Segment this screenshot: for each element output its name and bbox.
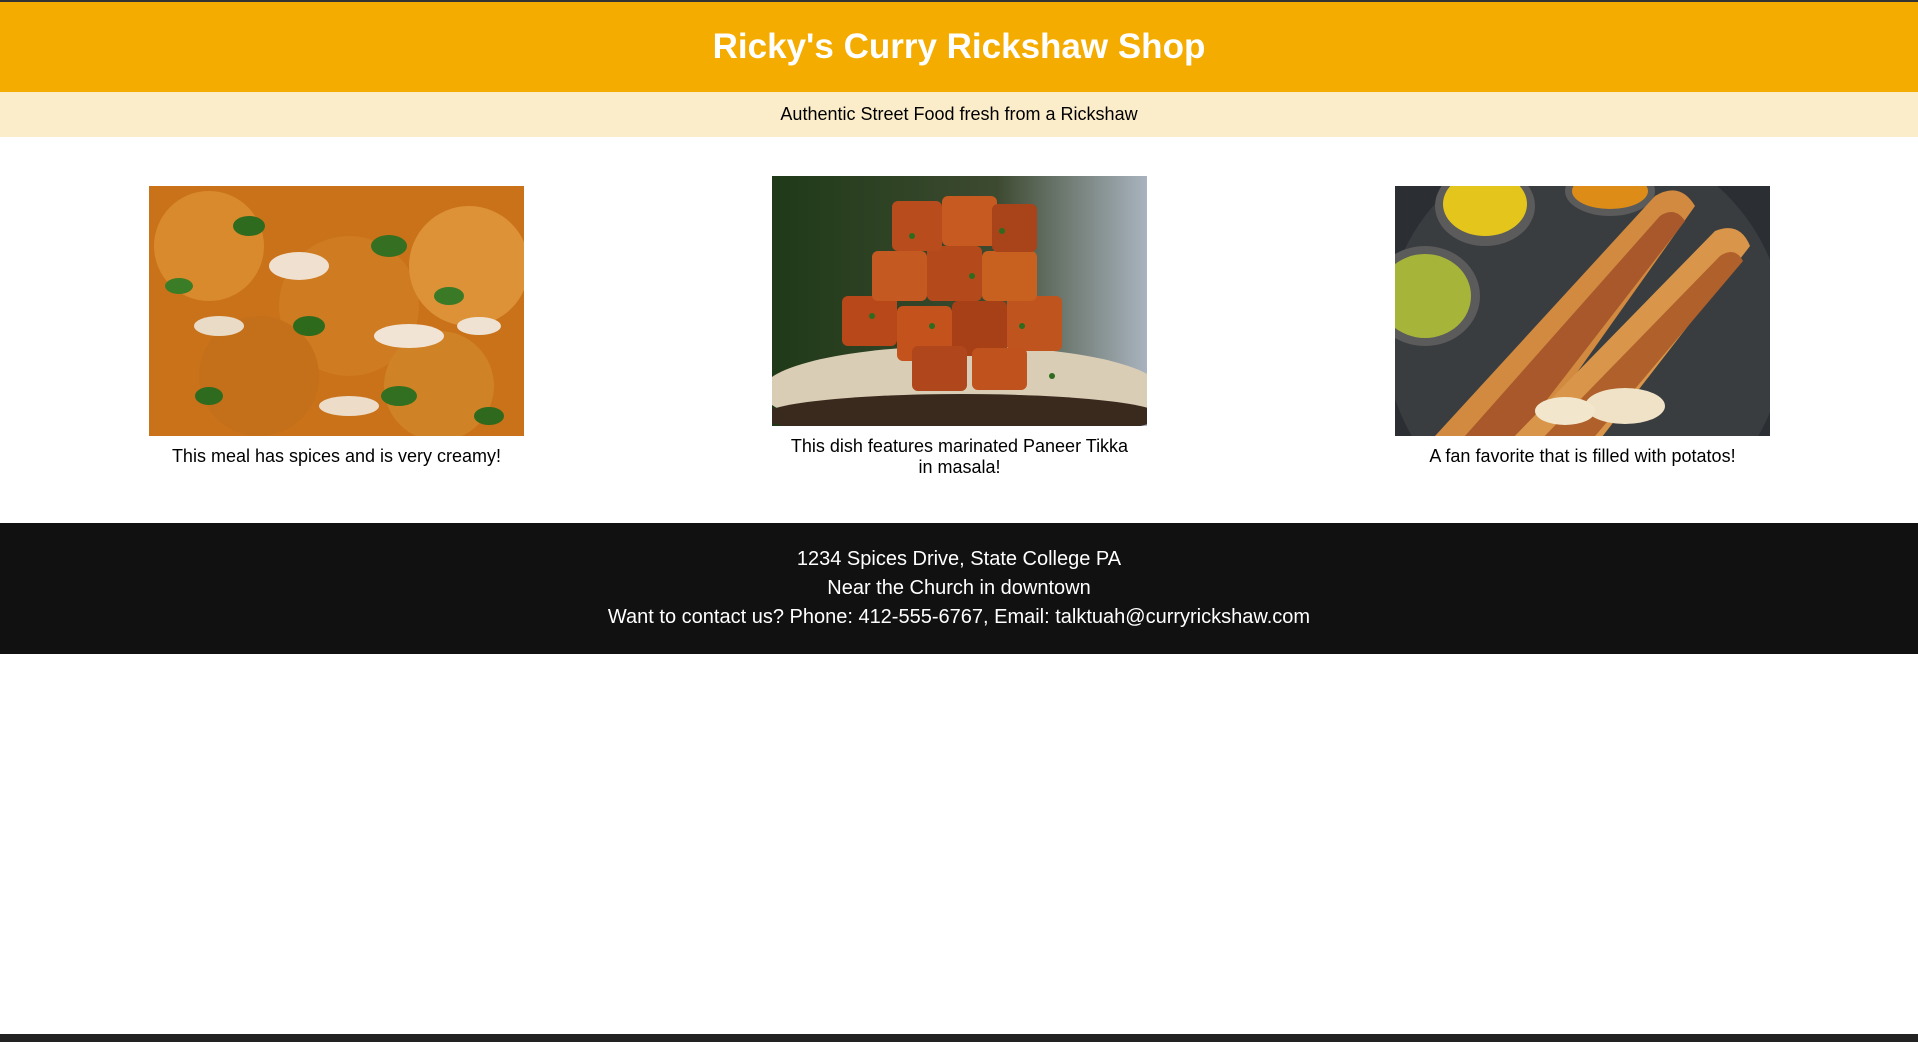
masala-dosa-image [1395,186,1770,436]
page: Ricky's Curry Rickshaw Shop Authentic St… [0,0,1918,1042]
footer-contact: Want to contact us? Phone: 412-555-6767,… [607,606,1311,628]
dish-caption: This dish features marinated Paneer Tikk… [790,436,1129,477]
site-header: Ricky's Curry Rickshaw Shop [0,2,1918,92]
dish-card-dosa: A fan favorite that is filled with potat… [1395,186,1770,467]
dish-caption: A fan favorite that is filled with potat… [1429,446,1736,466]
dish-card-curry: This meal has spices and is very creamy! [149,186,524,467]
curry-image [149,186,524,436]
tagline-bar: Authentic Street Food fresh from a Ricks… [0,92,1918,137]
dish-caption: This meal has spices and is very creamy! [171,446,502,466]
dish-card-paneer: This dish features marinated Paneer Tikk… [772,176,1147,478]
site-footer: 1234 Spices Drive, State College PA Near… [0,523,1918,654]
dish-gallery: This meal has spices and is very creamy! [0,137,1918,522]
footer-address: 1234 Spices Drive, State College PA [796,548,1122,570]
bottom-border [0,1034,1918,1042]
footer-landmark: Near the Church in downtown [827,577,1091,599]
tagline-text: Authentic Street Food fresh from a Ricks… [780,104,1138,124]
paneer-tikka-image [772,176,1147,426]
site-title: Ricky's Curry Rickshaw Shop [712,27,1206,66]
